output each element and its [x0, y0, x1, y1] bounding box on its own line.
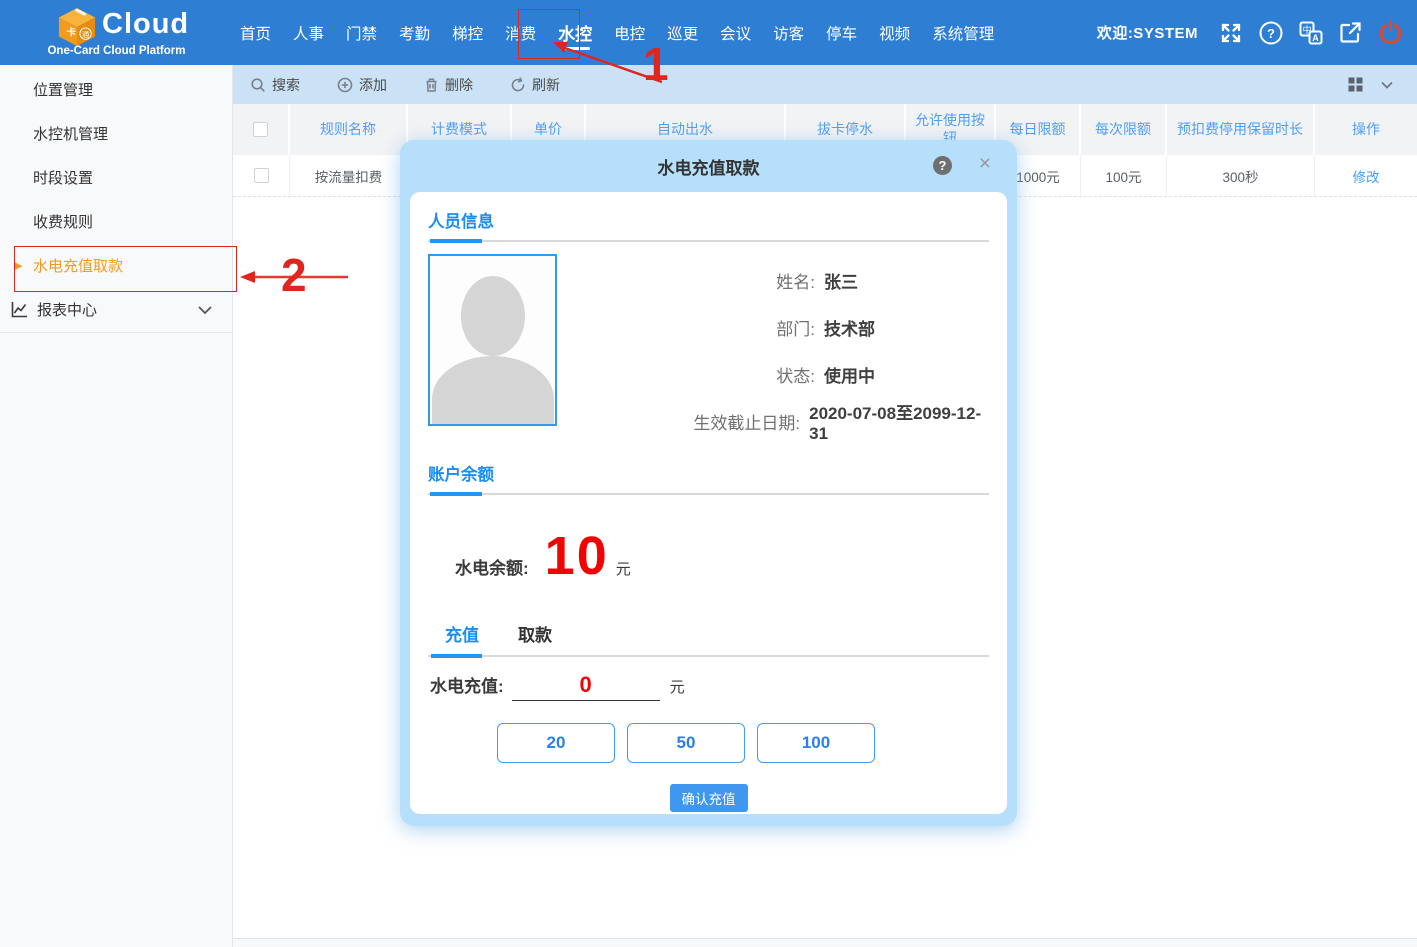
- person-info-block: 姓名: 张三 部门: 技术部 状态: 使用中 生效截止日期: 2020-07-0…: [428, 254, 989, 445]
- sidebar-item-recharge-withdraw[interactable]: ▶ 水电充值取款: [0, 243, 232, 287]
- quick-amount-100-button[interactable]: 100: [757, 723, 875, 763]
- cell-prepay-retain: 300秒: [1167, 155, 1315, 196]
- tab-divider: [428, 655, 989, 657]
- confirm-recharge-button[interactable]: 确认充值: [670, 784, 748, 812]
- new-window-icon[interactable]: [1337, 19, 1364, 46]
- active-item-arrow-icon: ▶: [14, 259, 22, 272]
- nav-item-water-control[interactable]: 水控: [556, 0, 594, 65]
- help-icon[interactable]: ?: [1257, 19, 1284, 46]
- row-checkbox[interactable]: [254, 168, 269, 183]
- app-logo: 卡 通 Cloud One-Card Cloud Platform: [0, 0, 233, 65]
- sidebar-item-location-management[interactable]: 位置管理: [0, 67, 232, 111]
- section-divider: [428, 493, 989, 495]
- logo-cube-icon: 卡 通: [56, 7, 98, 47]
- logo-subtitle: One-Card Cloud Platform: [0, 45, 233, 57]
- nav-item-access[interactable]: 门禁: [344, 0, 379, 65]
- balance-amount: 10: [545, 525, 609, 587]
- sidebar-item-charging-rules[interactable]: 收费规则: [0, 199, 232, 243]
- dialog-header: 水电充值取款 ? ×: [410, 140, 1007, 192]
- nav-item-patrol[interactable]: 巡更: [665, 0, 700, 65]
- top-navbar: 卡 通 Cloud One-Card Cloud Platform 首页 人事 …: [0, 0, 1417, 65]
- tab-withdraw[interactable]: 取款: [518, 621, 552, 646]
- plus-circle-icon: [337, 77, 353, 93]
- delete-button[interactable]: 删除: [424, 75, 473, 95]
- svg-text:通: 通: [82, 29, 90, 39]
- field-department: 部门: 技术部: [557, 304, 989, 351]
- svg-text:A: A: [1312, 33, 1319, 43]
- nav-item-system[interactable]: 系统管理: [930, 0, 996, 65]
- nav-item-attendance[interactable]: 考勤: [397, 0, 432, 65]
- grid-view-icon[interactable]: [1348, 77, 1363, 92]
- search-icon: [250, 77, 266, 93]
- person-fields: 姓名: 张三 部门: 技术部 状态: 使用中 生效截止日期: 2020-07-0…: [557, 257, 989, 445]
- section-divider: [428, 240, 989, 242]
- col-rule-name: 规则名称: [290, 104, 408, 155]
- row-checkbox-cell: [233, 155, 290, 196]
- main-menu: 首页 人事 门禁 考勤 梯控 消费 水控 电控 巡更 会议 访客 停车 视频 系…: [238, 0, 996, 65]
- field-status: 状态: 使用中: [557, 351, 989, 398]
- fullscreen-icon[interactable]: [1217, 19, 1244, 46]
- chevron-down-icon: [196, 301, 214, 319]
- col-prepay-retain: 预扣费停用保留时长: [1167, 104, 1315, 155]
- col-per-limit: 每次限额: [1081, 104, 1167, 155]
- person-photo-placeholder: [428, 254, 557, 426]
- quick-amounts: 20 50 100: [497, 723, 989, 763]
- nav-item-visitor[interactable]: 访客: [771, 0, 806, 65]
- nav-item-meeting[interactable]: 会议: [718, 0, 753, 65]
- cell-per-limit: 100元: [1081, 155, 1167, 196]
- refresh-button[interactable]: 刷新: [510, 75, 560, 95]
- col-actions: 操作: [1315, 104, 1417, 155]
- trash-icon: [424, 77, 439, 93]
- dialog-help-icon[interactable]: ?: [933, 156, 952, 175]
- logo-title: Cloud: [102, 8, 189, 41]
- cell-rule-name: 按流量扣费: [290, 155, 408, 196]
- nav-item-parking[interactable]: 停车: [824, 0, 859, 65]
- recharge-withdraw-tabs: 充值 取款: [428, 621, 989, 646]
- recharge-withdraw-dialog: 水电充值取款 ? × 人员信息 姓名: 张三 部门: 技术部 状态: 使用中: [400, 140, 1017, 826]
- balance-section-title: 账户余额: [428, 461, 989, 485]
- sidebar-item-water-controller-management[interactable]: 水控机管理: [0, 111, 232, 155]
- nav-item-video[interactable]: 视频: [877, 0, 912, 65]
- nav-item-consume[interactable]: 消费: [503, 0, 538, 65]
- dialog-body: 人员信息 姓名: 张三 部门: 技术部 状态: 使用中 生效截止日期:: [410, 192, 1007, 814]
- tab-recharge[interactable]: 充值: [445, 621, 479, 646]
- sidebar: 位置管理 水控机管理 时段设置 收费规则 ▶ 水电充值取款 报表中心: [0, 65, 233, 947]
- dialog-title: 水电充值取款: [658, 154, 760, 179]
- table-bottom-scroll-area[interactable]: [233, 938, 1417, 947]
- add-button[interactable]: 添加: [337, 75, 387, 95]
- welcome-text: 欢迎:SYSTEM: [1097, 22, 1198, 43]
- person-info-section-title: 人员信息: [428, 208, 989, 232]
- quick-amount-50-button[interactable]: 50: [627, 723, 745, 763]
- nav-item-home[interactable]: 首页: [238, 0, 273, 65]
- sidebar-item-time-period-settings[interactable]: 时段设置: [0, 155, 232, 199]
- select-all-checkbox[interactable]: [253, 122, 268, 137]
- toolbar-right: [1348, 65, 1395, 104]
- sidebar-item-report-center[interactable]: 报表中心: [0, 287, 232, 333]
- header-checkbox-cell: [233, 104, 290, 155]
- recharge-amount-input[interactable]: [512, 672, 660, 701]
- balance-row: 水电余额: 10 元: [428, 525, 989, 587]
- nav-item-electric[interactable]: 电控: [612, 0, 647, 65]
- search-button[interactable]: 搜索: [250, 75, 300, 95]
- field-validity-period: 生效截止日期: 2020-07-08至2099-12-31: [557, 398, 989, 445]
- toolbar: 搜索 添加 删除 刷新: [233, 65, 1417, 104]
- svg-text:卡: 卡: [67, 27, 77, 39]
- quick-amount-20-button[interactable]: 20: [497, 723, 615, 763]
- power-icon[interactable]: [1377, 19, 1404, 46]
- collapse-chevron-icon[interactable]: [1379, 77, 1395, 93]
- nav-item-elevator[interactable]: 梯控: [450, 0, 485, 65]
- nav-item-personnel[interactable]: 人事: [291, 0, 326, 65]
- translate-icon[interactable]: 中 A: [1297, 19, 1324, 46]
- field-name: 姓名: 张三: [557, 257, 989, 304]
- edit-link[interactable]: 修改: [1315, 155, 1417, 196]
- navbar-right: 欢迎:SYSTEM ? 中 A: [1097, 0, 1404, 65]
- dialog-close-icon[interactable]: ×: [979, 153, 991, 174]
- chart-icon: [10, 300, 29, 319]
- recharge-input-row: 水电充值: 元: [428, 672, 989, 701]
- refresh-icon: [510, 77, 526, 93]
- svg-text:?: ?: [1267, 26, 1275, 41]
